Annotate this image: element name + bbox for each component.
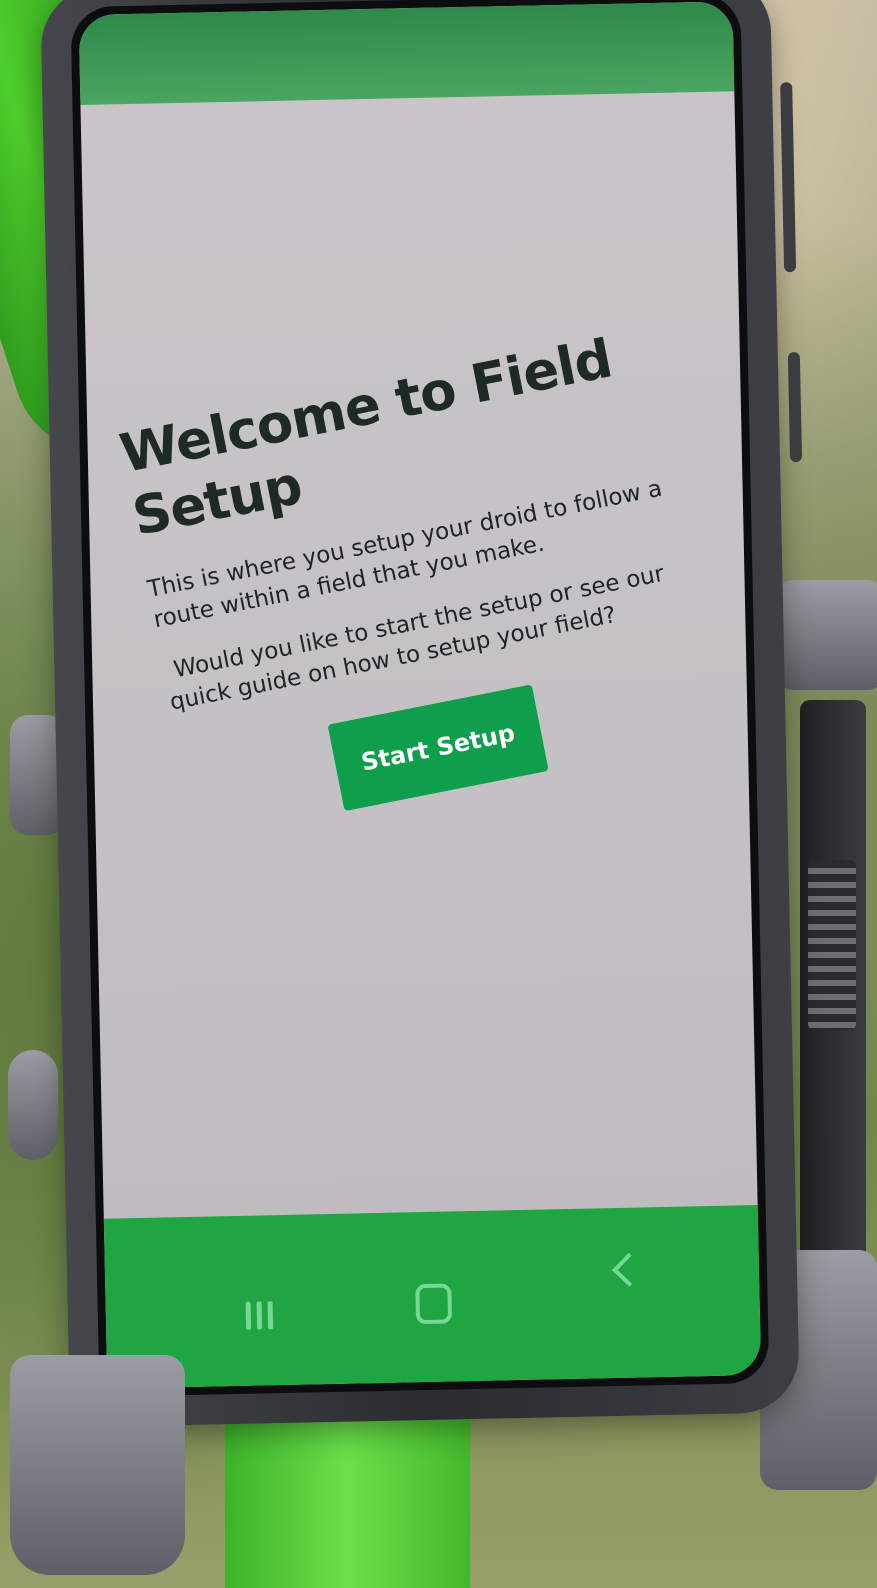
- phone: Welcome to Field Setup This is where you…: [40, 0, 803, 1428]
- mount-clip-bottom: [10, 1355, 185, 1575]
- phone-screen: Welcome to Field Setup This is where you…: [78, 1, 762, 1389]
- green-pole-bottom: [225, 1400, 470, 1588]
- back-icon[interactable]: [605, 1247, 646, 1298]
- navigation-bar: [103, 1205, 762, 1389]
- start-setup-button[interactable]: Start Setup: [327, 684, 549, 812]
- photo-scene: 55mm-95mm Welcome to Field Setup This is…: [0, 0, 877, 1588]
- power-button: [787, 351, 803, 463]
- recents-icon[interactable]: [245, 1295, 276, 1330]
- status-bar: [78, 1, 735, 105]
- volume-button: [780, 82, 797, 273]
- phone-bezel: Welcome to Field Setup This is where you…: [70, 0, 770, 1397]
- mount-spring: [808, 860, 856, 1030]
- welcome-content: Welcome to Field Setup This is where you…: [115, 314, 756, 841]
- home-icon[interactable]: [415, 1283, 453, 1325]
- mount-clip-left-lower: [8, 1050, 58, 1160]
- mount-clip-right-upper: [775, 580, 877, 690]
